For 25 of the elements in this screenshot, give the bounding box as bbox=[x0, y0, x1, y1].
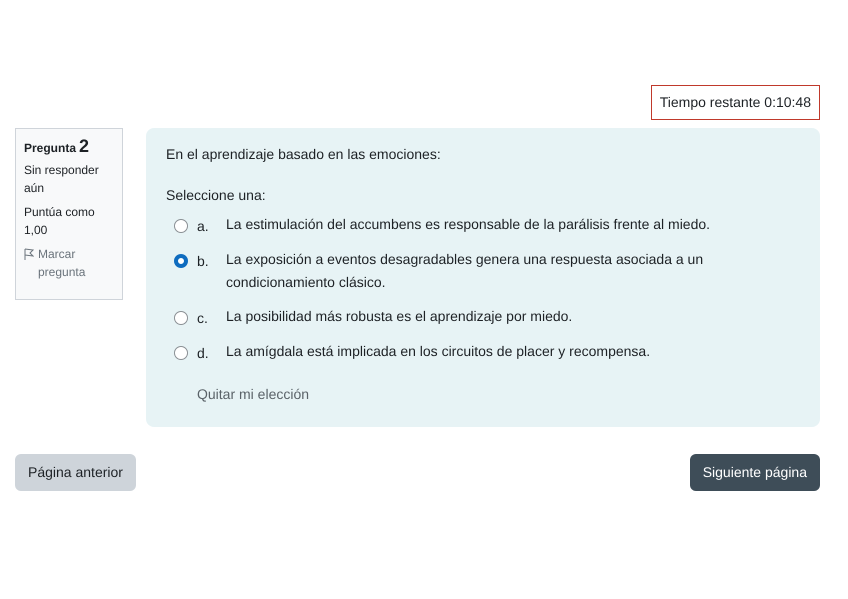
radio-button[interactable] bbox=[174, 254, 188, 268]
question-state: Sin responder aún bbox=[24, 162, 100, 197]
grade-value: 1,00 bbox=[24, 222, 48, 239]
option-text[interactable]: La exposición a eventos desagradables genera una respuesta asociada a un condicionamiento clásico. bbox=[226, 248, 800, 294]
timer: Tiempo restante 0:10:48 bbox=[650, 85, 820, 120]
clear-choice-link[interactable]: Quitar mi elección bbox=[197, 386, 310, 402]
prompt-text: Seleccione una: bbox=[166, 186, 267, 205]
radio-button[interactable] bbox=[174, 346, 188, 360]
question-label: Pregunta bbox=[24, 140, 76, 157]
next-page-button[interactable]: Siguiente página bbox=[690, 454, 820, 491]
grade-label: Puntúa como bbox=[24, 204, 96, 221]
option-text[interactable]: La posibilidad más robusta es el aprendizaje por miedo. bbox=[226, 305, 572, 328]
radio-button[interactable] bbox=[174, 219, 188, 233]
option-text[interactable]: La amígdala está implicada en los circuitos de placer y recompensa. bbox=[226, 340, 650, 363]
question-number: 2 bbox=[79, 137, 90, 155]
option-letter: d. bbox=[196, 344, 210, 363]
option-text[interactable]: La estimulación del accumbens es responsable de la parálisis frente al miedo. bbox=[226, 213, 710, 236]
option-letter: b. bbox=[196, 252, 210, 271]
option-letter: c. bbox=[196, 309, 209, 328]
option-letter: a. bbox=[196, 217, 210, 236]
radio-button[interactable] bbox=[174, 311, 188, 325]
flag-question-link[interactable]: Marcar pregunta bbox=[38, 245, 114, 281]
previous-page-button[interactable]: Página anterior bbox=[15, 454, 136, 491]
flag-icon[interactable] bbox=[24, 248, 34, 260]
question-text: En el aprendizaje basado en las emociones: bbox=[166, 145, 442, 164]
